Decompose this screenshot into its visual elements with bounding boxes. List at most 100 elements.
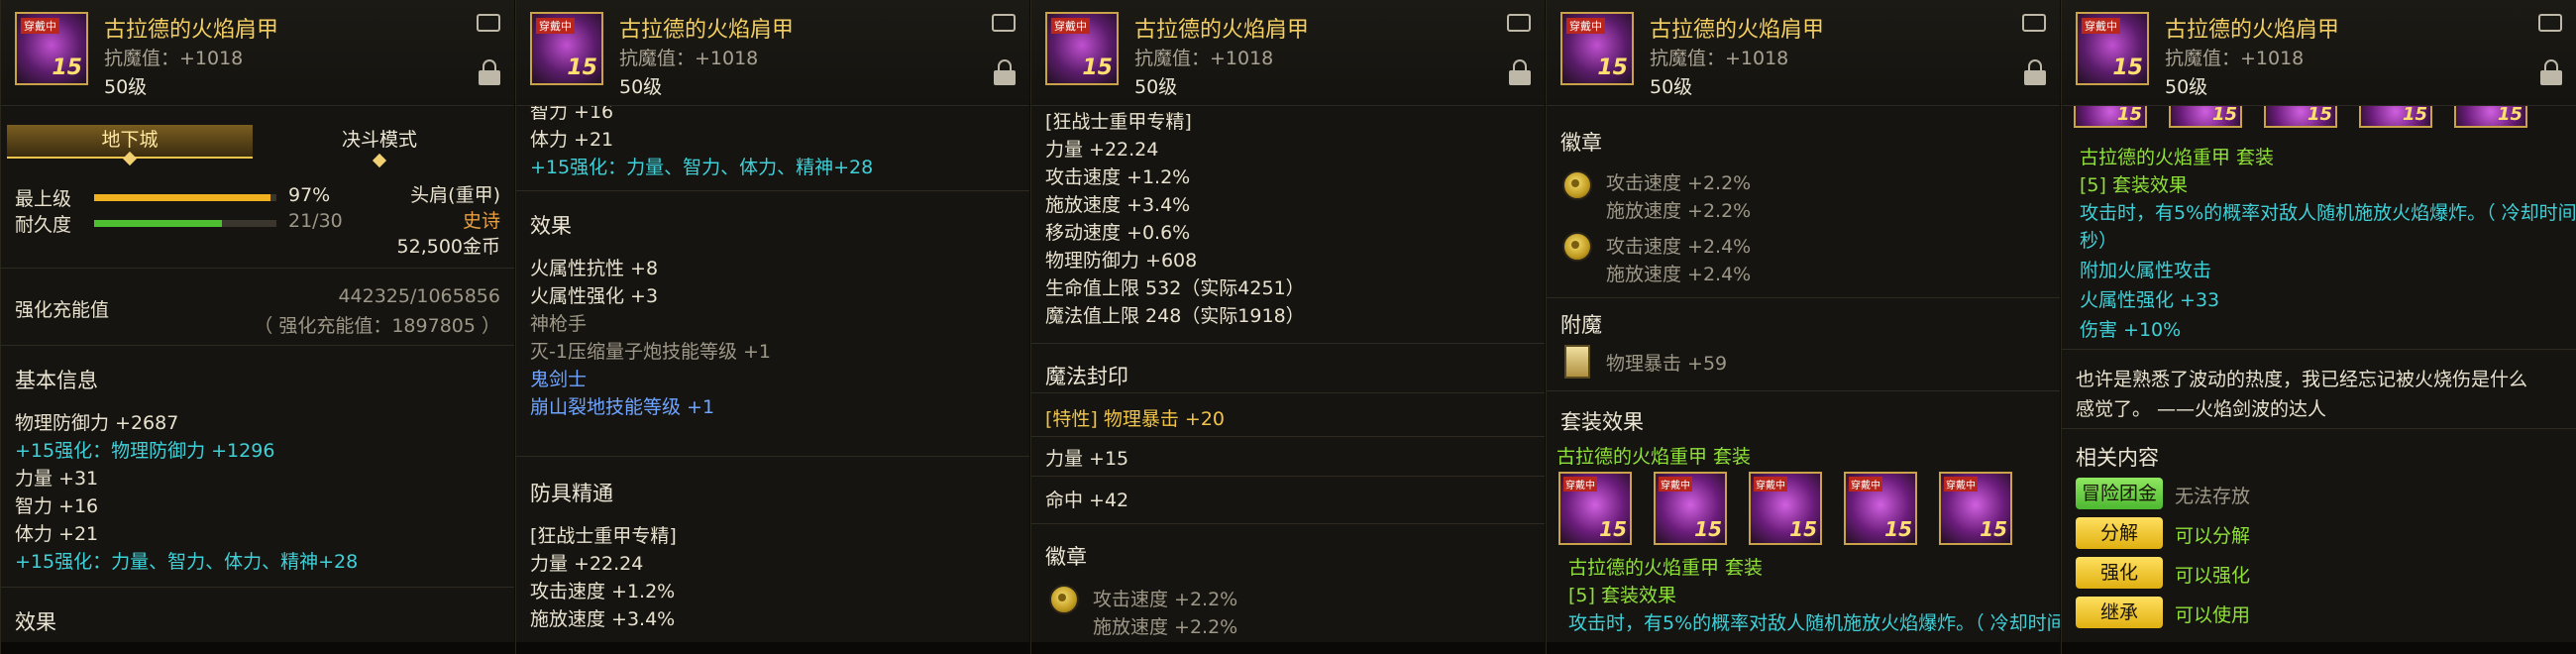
enhance-level: 15: [567, 55, 597, 80]
lock-icon[interactable]: [2540, 59, 2562, 85]
mastery-line: 施放速度 +3.4%: [530, 608, 676, 630]
rarity: 史诗: [462, 210, 500, 232]
equipped-badge: 穿戴中: [21, 18, 59, 34]
tab-duel-label: 决斗模式: [341, 129, 417, 151]
tab-duel[interactable]: 决斗模式: [257, 125, 502, 168]
share-icon[interactable]: [2538, 14, 2562, 32]
mastery-line: [狂战士重甲专精]: [530, 525, 677, 547]
equipped-badge: 穿戴中: [2082, 18, 2120, 34]
equipped-badge: 穿戴中: [1944, 477, 1978, 491]
grade-bar: [94, 194, 276, 201]
effect-line: 火属性抗性 +8: [530, 258, 659, 279]
button-label: 继承: [2099, 601, 2138, 623]
effect-line: 神枪手: [530, 313, 588, 335]
grade-label: 最上级: [15, 188, 72, 210]
set-item-icon[interactable]: 15: [2359, 106, 2432, 128]
lock-icon[interactable]: [479, 59, 500, 85]
item-tooltip-panel-3: 穿戴中 15 古拉德的火焰肩甲 抗魔值：+1018 50级 [狂战士重甲专精] …: [1030, 0, 1545, 654]
mastery-line: 物理防御力 +608: [1045, 250, 1198, 272]
durability-label: 耐久度: [15, 214, 72, 236]
set-item-icon[interactable]: 穿戴中 15: [1844, 472, 1917, 545]
item-tooltip-panel-1: 穿戴中 15 古拉德的火焰肩甲 抗魔值：+1018 50级 地下城 决斗模式 最…: [0, 0, 514, 654]
effect-line: 火属性强化 +3: [530, 285, 659, 307]
disassemble-button[interactable]: 分解: [2076, 517, 2163, 549]
mastery-line: 魔法值上限 248（实际1918）: [1045, 305, 1305, 327]
magic-resist: 抗魔值：+1018: [619, 48, 759, 69]
mastery-line: 力量 +22.24: [530, 553, 644, 575]
equipped-badge: 穿戴中: [1051, 18, 1090, 34]
enchant-line: 物理暴击 +59: [1606, 353, 1728, 375]
stat-line: 力量 +31: [15, 468, 99, 490]
lock-icon[interactable]: [1509, 59, 1531, 85]
button-label: 强化: [2099, 562, 2138, 584]
set-item-icon[interactable]: 穿戴中 15: [1939, 472, 2012, 545]
action-status: 可以强化: [2175, 565, 2251, 587]
enhance-level: 15: [1884, 517, 1912, 541]
share-icon[interactable]: [992, 14, 1016, 32]
magic-resist: 抗魔值：+1018: [1134, 48, 1274, 69]
set-description: 攻击时，有5%的概率对敌人随机施放火焰爆炸。（ 冷却时间1: [2080, 202, 2576, 224]
item-tooltip-panel-2: 穿戴中 15 古拉德的火焰肩甲 抗魔值：+1018 50级 智力 +16 体力 …: [515, 0, 1029, 654]
adventure-vault-button[interactable]: 冒险团金库: [2076, 478, 2163, 536]
item-icon: 穿戴中 15: [1560, 12, 1634, 85]
set-item-icon[interactable]: 穿戴中 15: [1749, 472, 1822, 545]
set-item-icon[interactable]: 15: [2074, 106, 2147, 128]
basic-info-title: 基本信息: [15, 369, 98, 392]
mastery-line: 攻击速度 +1.2%: [530, 581, 676, 602]
mastery-line: 力量 +22.24: [1045, 139, 1159, 161]
equipped-badge: 穿戴中: [1754, 477, 1787, 491]
stat-line: 智力 +16: [15, 495, 99, 517]
action-status: 无法存放: [2175, 486, 2251, 507]
set-item-icon[interactable]: 穿戴中 15: [1654, 472, 1727, 545]
tooltip-header: 穿戴中 15 古拉德的火焰肩甲 抗魔值：+1018 50级: [2062, 0, 2576, 106]
lock-icon[interactable]: [994, 59, 1016, 85]
enhance-level: 15: [2116, 106, 2142, 125]
enhance-level: 15: [52, 55, 82, 80]
share-icon[interactable]: [2022, 14, 2046, 32]
tooltip-header: 穿戴中 15 古拉德的火焰肩甲 抗魔值：+1018 50级: [1031, 0, 1545, 106]
equipped-badge: 穿戴中: [1563, 477, 1597, 491]
magic-resist: 抗魔值：+1018: [2165, 48, 2305, 69]
set-item-icon[interactable]: 穿戴中 15: [1558, 472, 1632, 545]
seal-line: 力量 +15: [1045, 448, 1129, 470]
price: 52,500金币: [396, 236, 500, 258]
emblem-icon: [1049, 585, 1079, 614]
tab-dungeon[interactable]: 地下城: [7, 125, 253, 166]
stat-line: +15强化：力量、智力、体力、精神+28: [15, 551, 359, 573]
equipped-badge: 穿戴中: [1566, 18, 1605, 34]
enhance-level: 15: [1597, 55, 1628, 80]
emblem-icon: [1562, 170, 1592, 200]
item-icon: 穿戴中 15: [1045, 12, 1119, 85]
enchant-title: 附魔: [1560, 313, 1602, 337]
item-name: 古拉德的火焰肩甲: [2165, 18, 2340, 43]
stat-line: +15强化：物理防御力 +1296: [15, 440, 275, 462]
effect-line: 鬼剑士: [530, 369, 588, 390]
share-icon[interactable]: [1507, 14, 1531, 32]
mastery-line: 施放速度 +3.4%: [1045, 194, 1191, 216]
set-count: [5] 套装效果: [1568, 585, 1676, 606]
share-icon[interactable]: [477, 14, 500, 32]
item-icon: 穿戴中 15: [15, 12, 88, 85]
item-level: 50级: [1650, 76, 1693, 98]
slot-type: 头肩(重甲): [410, 184, 500, 206]
magic-resist: 抗魔值：+1018: [104, 48, 244, 69]
emblem-line: 施放速度 +2.2%: [1606, 200, 1752, 222]
enhance-button[interactable]: 强化: [2076, 557, 2163, 589]
set-item-icon[interactable]: 15: [2169, 106, 2242, 128]
enhance-level: 15: [1082, 55, 1113, 80]
seal-line: 命中 +42: [1045, 490, 1129, 511]
emblem-icon: [1562, 232, 1592, 262]
set-effect-title: 套装效果: [1560, 410, 1644, 434]
tooltip-header: 穿戴中 15 古拉德的火焰肩甲 抗魔值：+1018 50级: [516, 0, 1029, 106]
item-name: 古拉德的火焰肩甲: [1650, 18, 1825, 43]
equipped-badge: 穿戴中: [536, 18, 575, 34]
item-name: 古拉德的火焰肩甲: [1134, 18, 1310, 43]
set-item-icon[interactable]: 15: [2264, 106, 2337, 128]
button-label: 分解: [2099, 522, 2138, 544]
set-item-icon[interactable]: 15: [2454, 106, 2527, 128]
inherit-button[interactable]: 继承: [2076, 597, 2163, 628]
emblem-title: 徽章: [1045, 545, 1087, 569]
item-level: 50级: [2165, 76, 2208, 98]
item-level: 50级: [104, 76, 148, 98]
lock-icon[interactable]: [2024, 59, 2046, 85]
